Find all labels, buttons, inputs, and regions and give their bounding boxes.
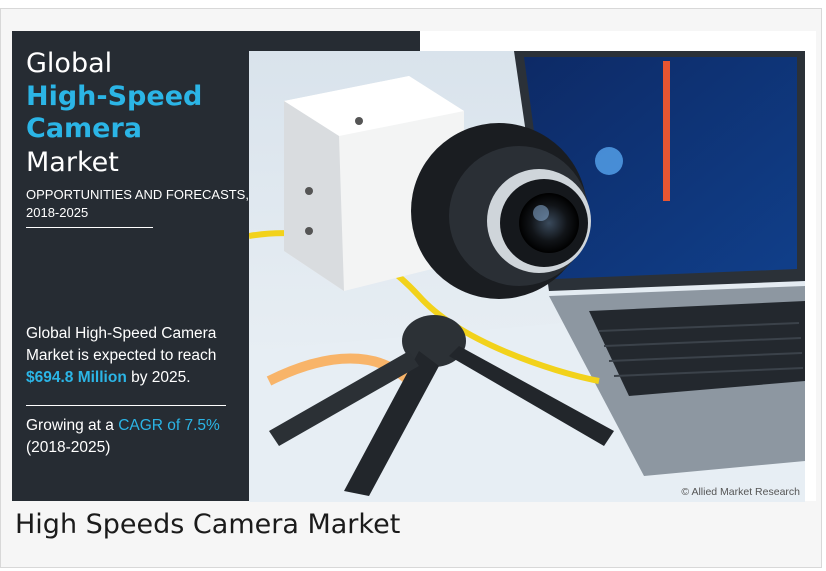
image-card: Global High-Speed Camera Market OPPORTUN… — [0, 8, 822, 568]
market-banner-image: Global High-Speed Camera Market OPPORTUN… — [12, 31, 816, 502]
high-speed-camera-illustration — [249, 51, 805, 502]
divider-line — [26, 227, 153, 228]
reach-text: Global High-Speed Camera Market is expec… — [26, 325, 217, 364]
cagr-text: Growing at a — [26, 417, 119, 434]
copyright-text: © Allied Market Research — [681, 486, 800, 498]
subtitle-forecasts: OPPORTUNITIES AND FORECASTS, 2018-2025 — [26, 187, 249, 220]
reach-value: $694.8 Million — [26, 369, 127, 386]
image-caption: High Speeds Camera Market — [15, 509, 401, 540]
title-high-speed-camera: High-Speed Camera — [26, 81, 203, 144]
title-global: Global — [26, 48, 113, 79]
reach-text-end: by 2025. — [126, 369, 191, 386]
camera-photo — [249, 51, 805, 502]
market-value-statement: Global High-Speed Camera Market is expec… — [26, 323, 241, 389]
title-market: Market — [26, 147, 119, 178]
divider-line — [26, 405, 226, 406]
cagr-period: (2018-2025) — [26, 439, 111, 456]
cagr-statement: Growing at a CAGR of 7.5% (2018-2025) — [26, 415, 241, 459]
cagr-value: CAGR of 7.5% — [118, 417, 220, 434]
